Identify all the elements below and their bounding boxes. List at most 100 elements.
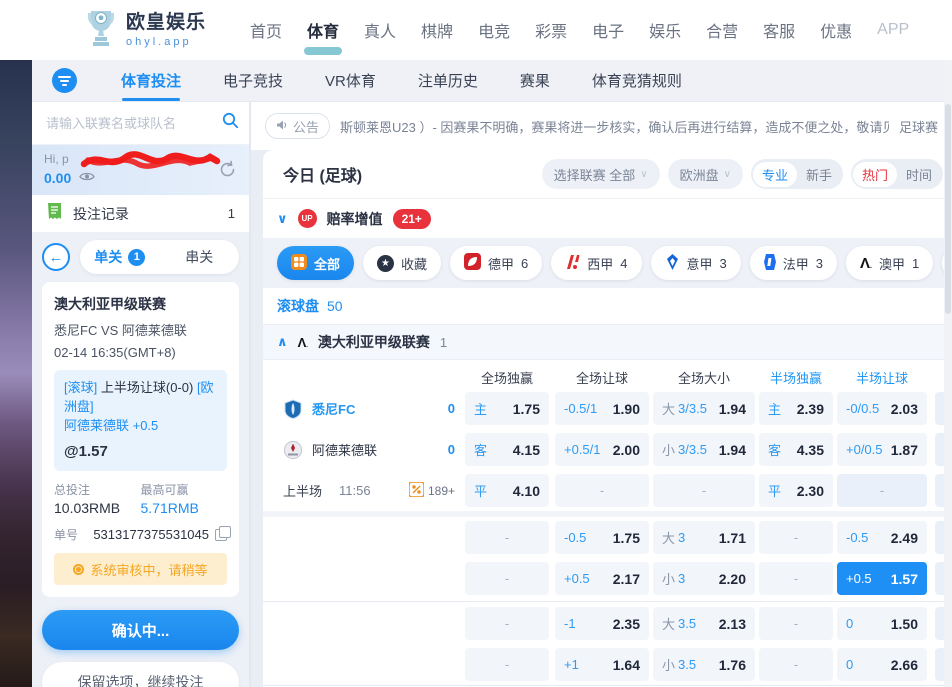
announcement-tag: 公告 — [265, 113, 330, 139]
sort-time-option[interactable]: 时间 — [897, 162, 941, 187]
match-row-away: 阿德莱德联 0 客4.15 +0.5/12.00 小3/3.51.94 客4.3… — [263, 429, 952, 470]
odds-type-label: 欧洲盘 — [680, 165, 719, 184]
over-under-label: 小 — [662, 440, 675, 459]
chevron-up-icon[interactable]: ∧ — [277, 334, 288, 350]
odds-cell[interactable]: 主1.75 — [465, 392, 549, 425]
odds-cell[interactable]: 平4.10 — [465, 474, 549, 507]
odds-cell[interactable]: -0.51.75 — [555, 521, 649, 554]
league-tab-count: 4 — [620, 256, 627, 271]
live-betting-count: 50 — [327, 298, 343, 314]
nav-lottery[interactable]: 彩票 — [535, 18, 567, 42]
brand-logo[interactable]: 欧皇娱乐 ohyl.app — [84, 8, 206, 53]
nav-home[interactable]: 首页 — [250, 18, 282, 42]
nav-entertainment[interactable]: 娱乐 — [649, 18, 681, 42]
announcement-bar: 公告 斯顿莱恩U23 ）- 因赛果不明确，赛果将进一步核实，确认后再进行结算，造… — [251, 102, 952, 150]
tab-vr-sports[interactable]: VR体育 — [325, 70, 376, 91]
odds-type-dropdown[interactable]: 欧洲盘 ∨ — [668, 159, 743, 189]
filter-icon[interactable] — [52, 68, 77, 93]
tab-results[interactable]: 赛果 — [520, 70, 550, 91]
tab-rules[interactable]: 体育竞猜规则 — [592, 70, 682, 91]
odds-cell[interactable]: -0.52.49 — [837, 521, 927, 554]
odds-value: 1.64 — [613, 657, 640, 673]
league-tab-laliga[interactable]: 西甲 4 — [551, 246, 641, 280]
odds-boost-row[interactable]: ∨ UP 赔率增值 21+ — [263, 198, 952, 238]
extra-odds-row: - -0.51.75 大31.71 - -0.52.49 大 — [263, 517, 952, 558]
odds-label: 客 — [768, 440, 781, 459]
league-select-dropdown[interactable]: 选择联赛 全部 ∨ — [542, 159, 660, 189]
chevron-down-icon[interactable]: ∨ — [277, 211, 288, 227]
league-tab-label: 法甲 — [783, 254, 809, 273]
odds-cell[interactable]: 客4.35 — [759, 433, 833, 466]
odds-cell[interactable]: 01.50 — [837, 607, 927, 640]
more-markets-link[interactable]: 189+ — [409, 482, 455, 500]
tab-parlay-bet[interactable]: 串关 — [160, 240, 240, 274]
league-tab-ligue1[interactable]: 法甲 3 — [750, 246, 837, 280]
scrollbar-thumb[interactable] — [945, 104, 951, 314]
nav-sports[interactable]: 体育 — [307, 18, 339, 42]
copy-icon[interactable] — [215, 529, 227, 541]
bet-records-item[interactable]: 投注记录 1 — [32, 195, 249, 232]
odds-boost-count-badge: 21+ — [393, 209, 431, 229]
odds-value: 2.17 — [613, 571, 640, 587]
dash: - — [794, 657, 798, 672]
league-tab-favorites[interactable]: ★ 收藏 — [363, 246, 441, 280]
odds-value: 1.94 — [719, 401, 746, 417]
vertical-scrollbar[interactable] — [944, 60, 952, 687]
sort-hot-option[interactable]: 热门 — [853, 162, 897, 187]
search-input[interactable] — [46, 116, 222, 131]
mode-novice-option[interactable]: 新手 — [797, 162, 841, 187]
nav-cards[interactable]: 棋牌 — [421, 18, 453, 42]
over-under-label: 大 — [662, 528, 675, 547]
odds-cell-empty: - — [653, 474, 755, 507]
match-row-home: 悉尼FC 0 主1.75 -0.5/11.90 大3/3.51.94 主2.39… — [263, 388, 952, 429]
col-fulltime-1x2: 全场独赢 — [465, 368, 549, 387]
odds-cell[interactable]: 大3/3.51.94 — [653, 392, 755, 425]
tab-sports-betting[interactable]: 体育投注 — [121, 70, 181, 91]
live-betting-row[interactable]: 滚球盘 50 — [263, 288, 952, 324]
league-tab-bundesliga[interactable]: 德甲 6 — [450, 246, 542, 280]
odds-cell[interactable]: 小3/3.51.94 — [653, 433, 755, 466]
odds-cell[interactable]: +11.64 — [555, 648, 649, 681]
confirming-button[interactable]: 确认中... — [42, 610, 239, 650]
odds-cell[interactable]: -0.5/11.90 — [555, 392, 649, 425]
home-team-name[interactable]: 悉尼FC — [312, 399, 439, 418]
top-navigation: 首页 体育 真人 棋牌 电竞 彩票 电子 娱乐 合营 客服 优惠 APP — [250, 0, 909, 60]
nav-support[interactable]: 客服 — [763, 18, 795, 42]
odds-cell[interactable]: 大3.52.13 — [653, 607, 755, 640]
tab-bet-history[interactable]: 注单历史 — [418, 70, 478, 91]
odds-cell-selected[interactable]: +0.51.57 — [837, 562, 927, 595]
nav-promos[interactable]: 优惠 — [820, 18, 852, 42]
away-team-name[interactable]: 阿德莱德联 — [312, 440, 439, 459]
league-tab-all[interactable]: 全部 — [277, 246, 354, 280]
odds-cell[interactable]: 平2.30 — [759, 474, 833, 507]
search-icon[interactable] — [222, 112, 239, 134]
odds-cell[interactable]: 客4.15 — [465, 433, 549, 466]
tab-esports[interactable]: 电子竞技 — [223, 70, 283, 91]
nav-esports[interactable]: 电竞 — [478, 18, 510, 42]
refresh-balance-icon[interactable] — [218, 160, 237, 184]
aleague-icon: Λ. — [298, 336, 308, 349]
league-section-header[interactable]: ∧ Λ. 澳大利亚甲级联赛 1 — [263, 324, 952, 360]
odds-cell[interactable]: 大31.71 — [653, 521, 755, 554]
odds-cell[interactable]: +0.52.17 — [555, 562, 649, 595]
nav-slots[interactable]: 电子 — [592, 18, 624, 42]
odds-cell[interactable]: -12.35 — [555, 607, 649, 640]
nav-app[interactable]: APP — [877, 21, 909, 39]
odds-cell[interactable]: 02.66 — [837, 648, 927, 681]
odds-cell[interactable]: 小32.20 — [653, 562, 755, 595]
odds-cell[interactable]: -0/0.52.03 — [837, 392, 927, 425]
league-tab-aleague[interactable]: Λ. 澳甲 1 — [846, 246, 933, 280]
odds-cell[interactable]: +0.5/12.00 — [555, 433, 649, 466]
back-arrow-icon[interactable]: ← — [42, 243, 70, 271]
odds-cell[interactable]: 主2.39 — [759, 392, 833, 425]
keep-selection-button[interactable]: 保留选项，继续投注 — [42, 662, 239, 687]
announcement-text[interactable]: 斯顿莱恩U23 ）- 因赛果不明确，赛果将进一步核实，确认后再进行结算，造成不便… — [340, 117, 889, 136]
mode-pro-option[interactable]: 专业 — [753, 162, 797, 187]
league-tab-seriea[interactable]: 意甲 3 — [651, 246, 741, 280]
nav-affiliate[interactable]: 合营 — [706, 18, 738, 42]
nav-live-casino[interactable]: 真人 — [364, 18, 396, 42]
odds-cell[interactable]: +0/0.51.87 — [837, 433, 927, 466]
tab-single-bet[interactable]: 单关 1 — [80, 240, 160, 274]
odds-value: 2.00 — [613, 442, 640, 458]
odds-cell[interactable]: 小3.51.76 — [653, 648, 755, 681]
